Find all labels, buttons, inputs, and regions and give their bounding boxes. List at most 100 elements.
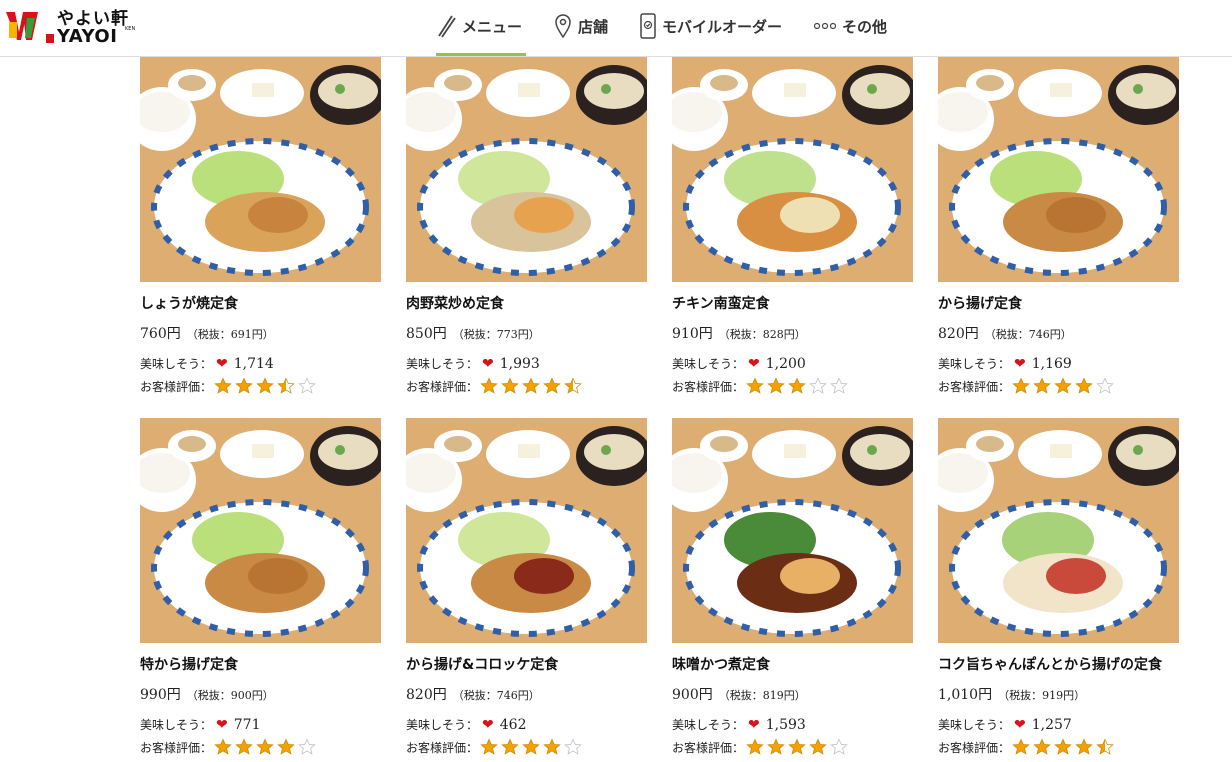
likes-label: 美味しそう： (140, 357, 213, 371)
price-tax-excluded: （税抜：900円） (186, 689, 274, 702)
menu-item-photo[interactable] (672, 57, 913, 282)
star-icon (1054, 377, 1072, 394)
menu-item-photo[interactable] (140, 57, 381, 282)
rating-label: お客様評価： (140, 740, 213, 755)
smartphone-order-icon (640, 13, 656, 39)
menu-item-name[interactable]: 特から揚げ定食 (140, 654, 238, 674)
dish-photo-art (140, 418, 381, 643)
star-icon (809, 377, 827, 394)
heart-icon[interactable]: ❤ (216, 717, 228, 733)
rating-row: お客様評価： (140, 377, 319, 395)
likes-count: 1,714 (233, 356, 274, 372)
star-icon (788, 738, 806, 755)
star-icon (1012, 377, 1030, 394)
nav-mobile-order[interactable]: モバイルオーダー (640, 0, 782, 52)
price-value: 910円 (672, 326, 713, 342)
heart-icon[interactable]: ❤ (482, 356, 494, 372)
nav-others-label: その他 (842, 17, 888, 36)
price-value: 990円 (140, 687, 181, 703)
rating-row: お客様評価： (406, 377, 585, 395)
heart-icon[interactable]: ❤ (1014, 356, 1026, 372)
dish-photo-art (406, 418, 647, 643)
nav-others[interactable]: その他 (814, 0, 887, 52)
star-icon (830, 738, 848, 755)
likes-count: 1,993 (499, 356, 540, 372)
likes-count: 1,593 (765, 717, 806, 733)
heart-icon[interactable]: ❤ (748, 356, 760, 372)
menu-item-photo[interactable] (938, 418, 1179, 643)
menu-item-price: 850円 （税抜：773円） (406, 323, 540, 343)
rating-label: お客様評価： (406, 740, 479, 755)
dish-photo-art (672, 57, 913, 282)
star-rating (480, 738, 585, 756)
rating-label: お客様評価： (406, 379, 479, 394)
site-header: やよい軒 YAYOI KEN メニュー 店舗 モバイルオーダー その他 (0, 0, 1232, 57)
menu-item-name[interactable]: コク旨ちゃんぽんとから揚げの定食 (938, 654, 1162, 674)
rating-row: お客様評価： (938, 738, 1117, 756)
nav-mobile-order-label: モバイルオーダー (662, 17, 783, 36)
yayoi-logo[interactable]: やよい軒 YAYOI KEN (5, 4, 136, 47)
star-icon (1096, 377, 1114, 394)
rating-row: お客様評価： (672, 377, 851, 395)
heart-icon[interactable]: ❤ (482, 717, 494, 733)
brand-name-en: YAYOI (57, 26, 118, 47)
menu-item-price: 820円 （税抜：746円） (406, 684, 540, 704)
rating-label: お客様評価： (672, 379, 745, 394)
menu-item-photo[interactable] (672, 418, 913, 643)
likes-count: 1,200 (765, 356, 806, 372)
rating-row: お客様評価： (938, 377, 1117, 395)
menu-item-price: 1,010円 （税抜：919円） (938, 684, 1085, 704)
star-icon (277, 738, 295, 755)
likes-row: 美味しそう： ❤ 1,593 (672, 716, 806, 733)
rating-label: お客様評価： (140, 379, 213, 394)
nav-menu[interactable]: メニュー (436, 0, 527, 56)
star-rating (214, 738, 319, 756)
price-value: 760円 (140, 326, 181, 342)
star-icon (543, 738, 561, 755)
nav-menu-label: メニュー (462, 17, 523, 36)
likes-count: 771 (233, 717, 261, 733)
price-tax-excluded: （税抜：746円） (452, 689, 540, 702)
star-icon (543, 377, 561, 394)
price-value: 900円 (672, 687, 713, 703)
likes-label: 美味しそう： (140, 718, 213, 732)
likes-row: 美味しそう： ❤ 1,200 (672, 355, 806, 372)
menu-item-name[interactable]: チキン南蛮定食 (672, 293, 770, 313)
star-rating (746, 738, 851, 756)
star-rating (480, 377, 585, 395)
menu-item-photo[interactable] (938, 57, 1179, 282)
star-icon (214, 377, 232, 394)
menu-item-photo[interactable] (406, 418, 647, 643)
star-icon (1075, 377, 1093, 394)
star-icon (1075, 738, 1093, 755)
menu-item-name[interactable]: から揚げ&コロッケ定食 (406, 654, 558, 674)
menu-item-name[interactable]: しょうが焼定食 (140, 293, 238, 313)
nav-stores[interactable]: 店舗 (554, 0, 608, 52)
star-icon (1033, 738, 1051, 755)
menu-item-name[interactable]: 味噌かつ煮定食 (672, 654, 770, 674)
menu-item-photo[interactable] (406, 57, 647, 282)
star-icon (767, 738, 785, 755)
dish-photo-art (672, 418, 913, 643)
likes-row: 美味しそう： ❤ 1,257 (938, 716, 1072, 733)
menu-item-price: 900円 （税抜：819円） (672, 684, 806, 704)
heart-icon[interactable]: ❤ (216, 356, 228, 372)
star-icon (522, 377, 540, 394)
star-icon (522, 738, 540, 755)
nav-stores-label: 店舗 (578, 17, 609, 36)
likes-row: 美味しそう： ❤ 1,993 (406, 355, 540, 372)
star-icon (298, 377, 316, 394)
brand-vertical-text: KEN (125, 26, 136, 32)
logo-red-tag (46, 34, 54, 43)
star-icon (235, 377, 253, 394)
menu-item-photo[interactable] (140, 418, 381, 643)
dish-photo-art (406, 57, 647, 282)
chopsticks-icon (436, 14, 456, 38)
rating-label: お客様評価： (938, 740, 1011, 755)
star-icon (298, 738, 316, 755)
heart-icon[interactable]: ❤ (1014, 717, 1026, 733)
heart-icon[interactable]: ❤ (748, 717, 760, 733)
menu-item-name[interactable]: 肉野菜炒め定食 (406, 293, 504, 313)
menu-item-name[interactable]: から揚げ定食 (938, 293, 1022, 313)
star-icon (1096, 738, 1114, 755)
